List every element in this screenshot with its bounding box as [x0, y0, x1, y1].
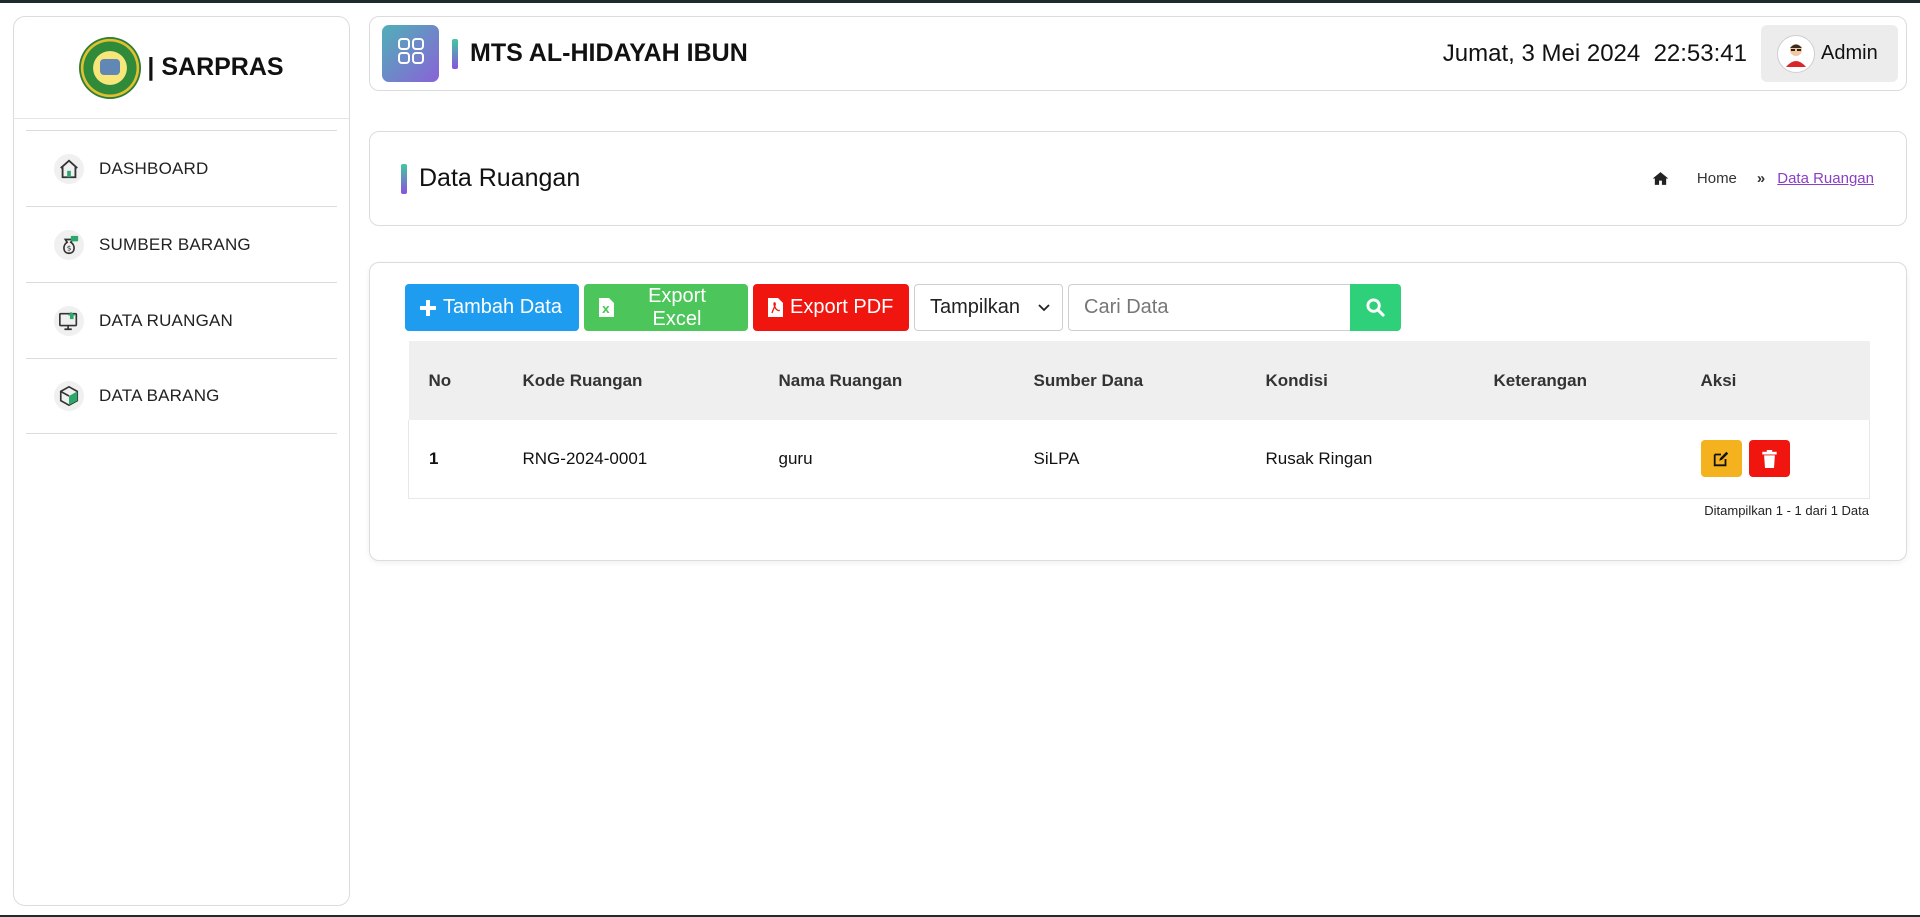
- page-title-card: Data Ruangan Home » Data Ruangan: [369, 131, 1907, 226]
- export-excel-button[interactable]: X Export Excel: [584, 284, 748, 331]
- brand-text: | SARPRAS: [147, 53, 284, 81]
- file-excel-icon: X: [599, 298, 614, 317]
- plus-icon: [420, 299, 436, 316]
- trash-icon: [1762, 449, 1777, 468]
- top-header: MTS AL-HIDAYAH IBUN Jumat, 3 Mei 2024 22…: [369, 16, 1907, 91]
- cell-kondisi: Rusak Ringan: [1265, 448, 1373, 468]
- grid-icon: [397, 37, 425, 70]
- data-card: Tambah Data X Export Excel Export PDF Ta…: [369, 262, 1907, 561]
- delete-button[interactable]: [1749, 440, 1791, 478]
- search-input[interactable]: [1068, 284, 1350, 331]
- breadcrumb-current-link[interactable]: Data Ruangan: [1777, 170, 1874, 187]
- svg-text:$: $: [67, 243, 72, 252]
- accent-bar: [452, 38, 458, 69]
- home-icon: [54, 153, 84, 184]
- school-logo: [79, 36, 142, 99]
- cell-kode-ruangan: RNG-2024-0001: [522, 448, 648, 468]
- breadcrumb-home-link[interactable]: Home: [1697, 170, 1737, 187]
- sidebar: | SARPRAS DASHBOARD $ SUMBER BARANG DATA…: [13, 16, 350, 906]
- column-header-keterangan: Keterangan: [1493, 370, 1588, 390]
- table-row: 1 RNG-2024-0001 guru SiLPA Rusak Ringan: [408, 420, 1870, 498]
- sidebar-nav: DASHBOARD $ SUMBER BARANG DATA RUANGAN D…: [26, 130, 337, 434]
- rooms-table: No Kode Ruangan Nama Ruangan Sumber Dana…: [408, 341, 1870, 499]
- add-data-label: Tambah Data: [443, 296, 562, 318]
- table-header-row: No Kode Ruangan Nama Ruangan Sumber Dana…: [408, 341, 1870, 420]
- file-pdf-icon: [768, 298, 783, 317]
- column-header-kode-ruangan: Kode Ruangan: [522, 370, 643, 390]
- cell-keterangan: [1474, 420, 1681, 498]
- column-header-sumber-dana: Sumber Dana: [1033, 370, 1144, 390]
- page-title: Data Ruangan: [419, 164, 581, 192]
- sidebar-item-dashboard[interactable]: DASHBOARD: [26, 130, 337, 206]
- display-count-select[interactable]: Tampilkan: [914, 284, 1063, 331]
- toolbar: Tambah Data X Export Excel Export PDF Ta…: [405, 284, 1401, 331]
- edit-icon: [1713, 451, 1729, 466]
- chevron-down-icon: [1038, 303, 1050, 311]
- breadcrumb: Home » Data Ruangan: [1652, 170, 1874, 187]
- sidebar-item-label: SUMBER BARANG: [99, 234, 251, 254]
- sidebar-item-label: DATA RUANGAN: [99, 310, 234, 330]
- cell-aksi: [1681, 420, 1870, 498]
- box-icon: [54, 381, 84, 411]
- user-name: Admin: [1821, 42, 1878, 64]
- svg-text:X: X: [602, 305, 610, 316]
- sidebar-item-data-ruangan[interactable]: DATA RUANGAN: [26, 282, 337, 358]
- brand: | SARPRAS: [14, 17, 349, 119]
- sidebar-item-label: DATA BARANG: [99, 386, 220, 405]
- app-viewport: | SARPRAS DASHBOARD $ SUMBER BARANG DATA…: [0, 3, 1920, 915]
- column-header-kondisi: Kondisi: [1265, 370, 1328, 390]
- export-excel-label: Export Excel: [648, 284, 706, 330]
- cell-nama-ruangan: guru: [778, 448, 813, 468]
- datetime-display: Jumat, 3 Mei 2024 22:53:41: [1442, 39, 1747, 67]
- school-title: MTS AL-HIDAYAH IBUN: [470, 39, 748, 67]
- apps-menu-button[interactable]: [382, 25, 439, 82]
- sidebar-item-label: DASHBOARD: [99, 158, 209, 178]
- money-bag-icon: $: [54, 229, 84, 260]
- pagination-info: Ditampilkan 1 - 1 dari 1 Data: [1704, 503, 1869, 518]
- cell-sumber-dana: SiLPA: [1033, 448, 1080, 468]
- column-header-no: No: [428, 370, 452, 390]
- cell-no: 1: [429, 448, 439, 468]
- search-icon: [1366, 298, 1385, 317]
- edit-button[interactable]: [1700, 440, 1742, 478]
- export-pdf-label: Export PDF: [790, 296, 894, 318]
- data-table-wrapper: No Kode Ruangan Nama Ruangan Sumber Dana…: [408, 341, 1870, 499]
- sidebar-item-data-barang[interactable]: DATA BARANG: [26, 358, 337, 434]
- accent-bar: [401, 163, 407, 194]
- sidebar-item-sumber-barang[interactable]: $ SUMBER BARANG: [26, 206, 337, 282]
- user-menu-button[interactable]: Admin: [1761, 25, 1898, 82]
- monitor-home-icon: [54, 305, 84, 336]
- chevron-double-right-icon: »: [1756, 170, 1766, 187]
- search-button[interactable]: [1350, 284, 1401, 331]
- export-pdf-button[interactable]: Export PDF: [753, 284, 909, 331]
- add-data-button[interactable]: Tambah Data: [405, 284, 579, 331]
- display-count-value: Tampilkan: [930, 296, 1021, 318]
- column-header-nama-ruangan: Nama Ruangan: [778, 370, 903, 390]
- home-icon[interactable]: [1652, 171, 1669, 186]
- avatar: [1777, 34, 1815, 73]
- column-header-aksi: Aksi: [1700, 370, 1737, 390]
